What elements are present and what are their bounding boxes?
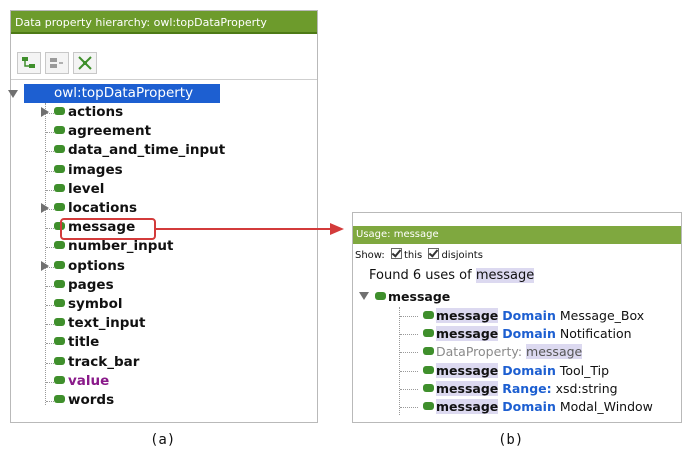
property-icon <box>375 292 386 300</box>
usage-keyword: Range: <box>502 380 552 396</box>
property-icon <box>423 347 434 356</box>
usage-panel: Usage: message Show: this disjoints Foun… <box>352 212 682 423</box>
usage-branch-line <box>400 370 418 372</box>
usage-subject: message <box>436 380 499 396</box>
caption-b: (b) <box>498 432 524 448</box>
disjoints-checkbox[interactable] <box>428 248 440 259</box>
usage-root-label: message <box>388 289 451 304</box>
show-filters: Show: this disjoints <box>355 247 483 265</box>
usage-object: Tool_Tip <box>559 362 610 378</box>
usage-subject: message <box>436 308 499 323</box>
property-icon <box>423 329 434 338</box>
usage-subject: message <box>436 399 499 414</box>
usage-branch-line <box>400 316 418 317</box>
usage-branch-line <box>400 407 418 408</box>
this-checkbox[interactable] <box>391 248 402 259</box>
usage-subject: message <box>436 326 499 342</box>
usage-object: Notification <box>559 326 632 342</box>
usage-branch-line <box>400 334 418 336</box>
found-uses-text: Found 6 uses of message <box>369 267 535 285</box>
property-icon <box>423 402 434 410</box>
usage-root-row[interactable]: message <box>359 288 450 306</box>
usage-row[interactable]: message Domain Tool_Tip <box>423 362 609 380</box>
usage-object: Message_Box <box>559 308 645 323</box>
usage-keyword: Domain <box>502 362 556 378</box>
usage-subject: message <box>436 362 499 378</box>
usage-keyword: Domain <box>502 308 556 323</box>
usage-object: message <box>526 344 583 360</box>
usage-row[interactable]: message Domain Modal_Window <box>423 398 653 416</box>
caption-a: (a) <box>150 432 176 448</box>
usage-connector-line <box>399 307 400 415</box>
property-icon <box>423 311 434 319</box>
usage-branch-line <box>400 388 418 390</box>
usage-row[interactable]: message Range: xsd:string <box>423 380 618 398</box>
usage-object: xsd:string <box>555 380 618 396</box>
usage-object: Modal_Window <box>559 399 653 414</box>
property-icon <box>423 383 434 392</box>
this-checkbox-label: this <box>404 250 423 261</box>
property-icon <box>423 365 434 374</box>
usage-row[interactable]: message Domain Notification <box>423 325 632 343</box>
usage-branch-line <box>400 352 418 354</box>
usage-row[interactable]: DataProperty: message <box>423 343 583 361</box>
collapse-usage-icon[interactable] <box>359 292 369 300</box>
found-term: message <box>475 268 535 283</box>
usage-row[interactable]: message Domain Message_Box <box>423 307 644 325</box>
found-prefix: Found 6 uses of <box>369 268 472 283</box>
usage-keyword: Domain <box>502 399 556 414</box>
show-label: Show: <box>355 250 385 261</box>
disjoints-checkbox-label: disjoints <box>441 250 483 261</box>
usage-subject: DataProperty: <box>436 344 523 360</box>
usage-panel-title: Usage: message <box>353 226 681 244</box>
usage-keyword: Domain <box>502 326 556 342</box>
